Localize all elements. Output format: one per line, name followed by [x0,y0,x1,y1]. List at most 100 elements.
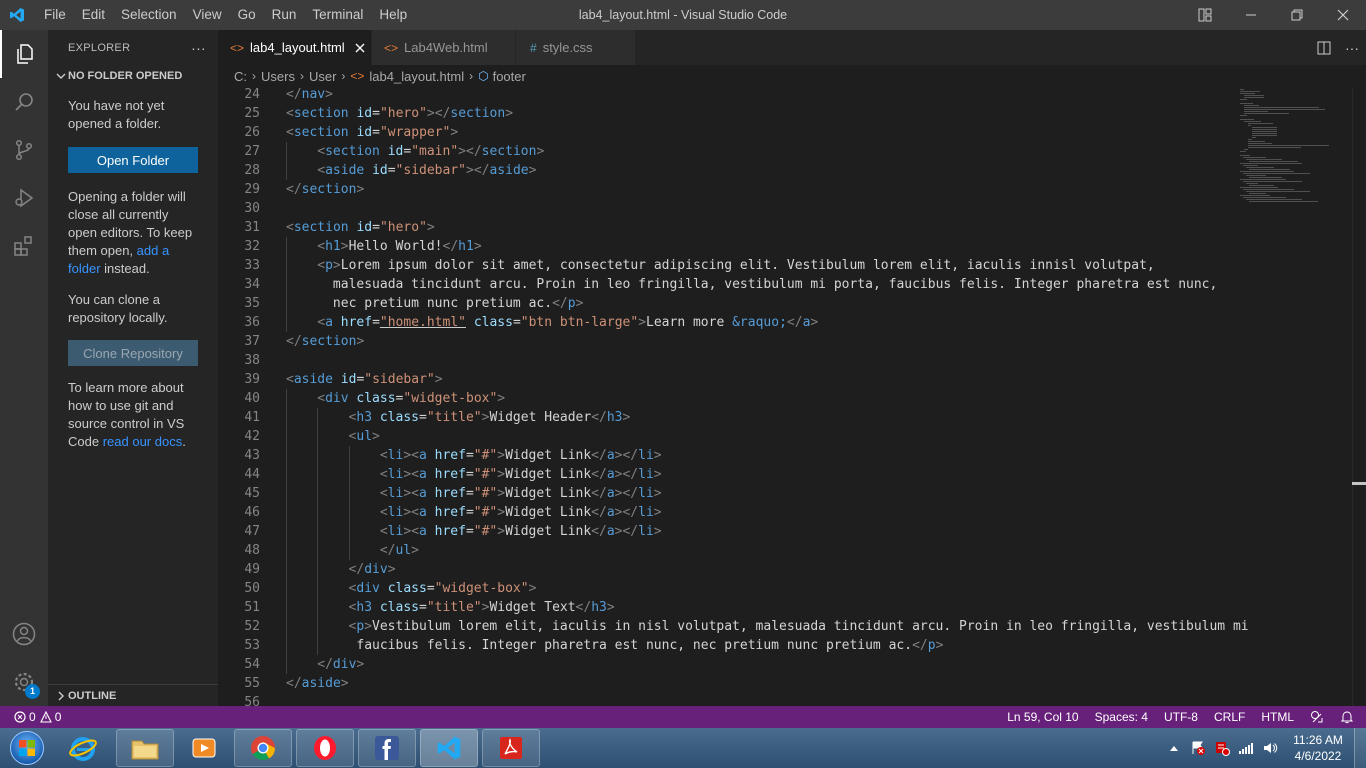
code-line[interactable]: 28 <aside id="sidebar"></aside> [218,161,1232,180]
code-line[interactable]: 35 nec pretium nunc pretium ac.</p> [218,294,1232,313]
code-line[interactable]: 41 <h3 class="title">Widget Header</h3> [218,408,1232,427]
code-line[interactable]: 31 <section id="hero"> [218,218,1232,237]
settings-gear-icon[interactable]: 1 [0,658,48,706]
code-line[interactable]: 49 </div> [218,560,1232,579]
code-line[interactable]: 27 <section id="main"></section> [218,142,1232,161]
scrollbar-thumb[interactable] [1352,482,1366,485]
open-folder-button[interactable]: Open Folder [68,147,198,173]
menu-run[interactable]: Run [264,0,305,30]
code-line[interactable]: 29 </section> [218,180,1232,199]
menu-terminal[interactable]: Terminal [304,0,371,30]
source-control-icon[interactable] [0,126,48,174]
tab-style-css[interactable]: # style.css [516,30,636,65]
code-line[interactable]: 39 <aside id="sidebar"> [218,370,1232,389]
code-token: a [418,467,427,482]
no-folder-section-header[interactable]: NO FOLDER OPENED [48,65,218,87]
tab-lab4-layout[interactable]: <> lab4_layout.html [218,30,372,65]
breadcrumb-user[interactable]: User [309,69,336,84]
layout-toggle-icon[interactable] [1182,0,1228,30]
internet-explorer-icon[interactable] [54,729,112,767]
breadcrumb-users[interactable]: Users [261,69,295,84]
code-line[interactable]: 25 <section id="hero"></section> [218,104,1232,123]
vscode-logo-icon[interactable] [0,0,34,30]
code-line[interactable]: 37 </section> [218,332,1232,351]
code-line[interactable]: 54 </div> [218,655,1232,674]
problems-indicator[interactable]: 0 0 [0,706,69,728]
facebook-icon[interactable] [358,729,416,767]
code-line[interactable]: 30 [218,199,1232,218]
cursor-position[interactable]: Ln 59, Col 10 [999,706,1086,728]
close-tab-icon[interactable] [355,43,365,53]
code-line[interactable]: 43 <li><a href="#">Widget Link</a></li> [218,446,1232,465]
menu-go[interactable]: Go [230,0,264,30]
minimap[interactable] [1236,87,1348,706]
read-docs-link[interactable]: read our docs [103,434,183,449]
code-line[interactable]: 56 [218,693,1232,706]
media-player-icon[interactable] [178,729,230,767]
menu-help[interactable]: Help [371,0,415,30]
code-editor[interactable]: 24 </nav> 25 <section id="hero"></section> 2… [218,87,1366,706]
search-icon[interactable] [0,78,48,126]
vertical-scrollbar[interactable] [1352,87,1366,706]
code-line[interactable]: 26 <section id="wrapper"> [218,123,1232,142]
restore-icon[interactable] [1274,0,1320,30]
code-token: < [317,239,326,254]
code-line[interactable]: 51 <h3 class="title">Widget Text</h3> [218,598,1232,617]
code-line[interactable]: 40 <div class="widget-box"> [218,389,1232,408]
code-line[interactable]: 45 <li><a href="#">Widget Link</a></li> [218,484,1232,503]
volume-icon[interactable] [1260,738,1280,758]
code-line[interactable]: 46 <li><a href="#">Widget Link</a></li> [218,503,1232,522]
security-alert-icon[interactable] [1212,738,1232,758]
more-actions-icon[interactable]: ··· [1338,30,1366,65]
show-desktop-button[interactable] [1354,728,1366,768]
code-line[interactable]: 52 <p>Vestibulum lorem elit, iaculis in n… [218,617,1249,636]
vscode-icon[interactable] [420,729,478,767]
menu-view[interactable]: View [185,0,230,30]
close-window-icon[interactable] [1320,0,1366,30]
action-center-flag-icon[interactable] [1188,738,1208,758]
code-line[interactable]: 33 <p>Lorem ipsum dolor sit amet, consect… [218,256,1232,275]
menu-edit[interactable]: Edit [74,0,113,30]
menu-selection[interactable]: Selection [113,0,185,30]
code-line[interactable]: 24 </nav> [218,87,1232,104]
line-ending[interactable]: CRLF [1206,706,1253,728]
code-line[interactable]: 32 <h1>Hello World!</h1> [218,237,1232,256]
feedback-icon[interactable] [1302,706,1332,728]
code-line[interactable]: 42 <ul> [218,427,1232,446]
notifications-bell-icon[interactable] [1332,706,1366,728]
encoding[interactable]: UTF-8 [1156,706,1206,728]
file-explorer-icon[interactable] [116,729,174,767]
indentation[interactable]: Spaces: 4 [1087,706,1156,728]
code-line[interactable]: 36 <a href="home.html" class="btn btn-lar… [218,313,1232,332]
network-signal-icon[interactable] [1236,738,1256,758]
account-icon[interactable] [0,610,48,658]
language-mode[interactable]: HTML [1253,706,1302,728]
code-line[interactable]: 38 [218,351,1232,370]
code-line[interactable]: 53 faucibus felis. Integer pharetra est … [218,636,1232,655]
code-line[interactable]: 34 malesuada tincidunt arcu. Proin in le… [218,275,1232,294]
outline-section-header[interactable]: OUTLINE [48,684,218,706]
opera-icon[interactable] [296,729,354,767]
split-editor-icon[interactable] [1310,30,1338,65]
code-line[interactable]: 55 </aside> [218,674,1232,693]
extensions-icon[interactable] [0,222,48,270]
code-line[interactable]: 48 </ul> [218,541,1232,560]
code-line[interactable]: 44 <li><a href="#">Widget Link</a></li> [218,465,1232,484]
code-line[interactable]: 47 <li><a href="#">Widget Link</a></li> [218,522,1232,541]
minimize-icon[interactable] [1228,0,1274,30]
acrobat-icon[interactable] [482,729,540,767]
explorer-icon[interactable] [0,30,48,78]
tab-lab4web[interactable]: <> Lab4Web.html [372,30,516,65]
menu-file[interactable]: File [36,0,74,30]
more-actions-icon[interactable]: ··· [191,40,206,56]
breadcrumb-symbol[interactable]: footer [493,69,526,84]
system-clock[interactable]: 11:26 AM 4/6/2022 [1282,732,1354,764]
show-hidden-icons-icon[interactable] [1164,738,1184,758]
chrome-icon[interactable] [234,729,292,767]
code-line[interactable]: 50 <div class="widget-box"> [218,579,1232,598]
clone-repository-button[interactable]: Clone Repository [68,340,198,366]
breadcrumb-drive[interactable]: C: [234,69,247,84]
breadcrumb-file[interactable]: lab4_layout.html [369,69,464,84]
run-debug-icon[interactable] [0,174,48,222]
start-button[interactable] [0,728,54,768]
